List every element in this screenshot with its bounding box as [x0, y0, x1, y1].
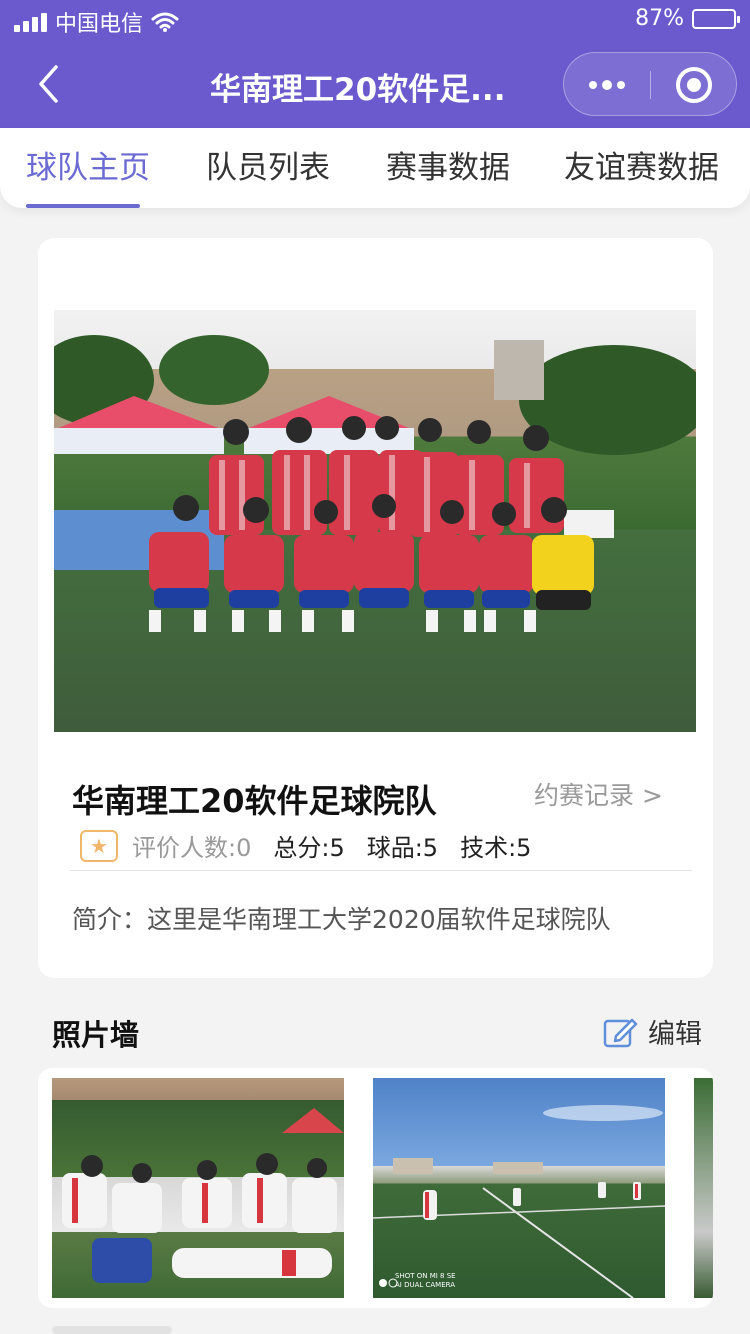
close-mini-program-button[interactable] [676, 67, 712, 103]
wifi-icon [151, 12, 179, 32]
sportsmanship-score: 球品:5 [366, 834, 439, 862]
team-name: 华南理工20软件足球院队 [72, 782, 437, 820]
team-card: 华南理工20软件足球院队 约赛记录 > ★ 评价人数:0 总分:5 球品:5 技… [38, 238, 713, 978]
star-icon: ★ [80, 829, 118, 862]
photo-thumbnail[interactable]: SHOT ON MI 8 SE AI DUAL CAMERA [373, 1078, 665, 1298]
more-dots-icon [589, 81, 597, 89]
team-photo-illustration [54, 335, 696, 632]
photo-wall: SHOT ON MI 8 SE AI DUAL CAMERA [38, 1068, 713, 1308]
back-button[interactable] [28, 62, 68, 106]
chevron-left-icon [39, 65, 58, 103]
header: 中国电信 87% 华南理工20软件足... [0, 0, 750, 128]
next-section-peek [52, 1326, 172, 1334]
page-title: 华南理工20软件足... [210, 72, 506, 108]
tab-friendly-data[interactable]: 友谊赛数据 [564, 142, 719, 187]
team-ratings: ★ 评价人数:0 总分:5 球品:5 技术:5 [80, 828, 553, 863]
capsule-divider [650, 71, 651, 99]
tab-active-indicator [26, 204, 140, 208]
more-dots-icon-center [602, 80, 612, 90]
photo-thumbnail-illustration [373, 1105, 665, 1298]
team-intro: 简介：这里是华南理工大学2020届软件足球院队 [72, 905, 611, 934]
battery-icon [692, 8, 740, 29]
signal-icon [14, 12, 47, 32]
nav-bar: 华南理工20软件足... [0, 40, 750, 128]
tab-bar: 球队主页 队员列表 赛事数据 友谊赛数据 [0, 128, 750, 208]
divider [70, 870, 692, 871]
skill-score: 技术:5 [460, 834, 532, 862]
carrier-label: 中国电信 [55, 12, 144, 37]
more-button[interactable] [564, 53, 650, 117]
battery-percent: 87% [635, 6, 684, 31]
photo-thumbnail[interactable] [694, 1078, 713, 1298]
tab-players[interactable]: 队员列表 [206, 142, 330, 187]
tab-team-home[interactable]: 球队主页 [26, 142, 150, 187]
total-score: 总分:5 [273, 834, 345, 862]
photo-wall-title: 照片墙 [52, 1018, 140, 1052]
camera-watermark: SHOT ON MI 8 SE AI DUAL CAMERA [395, 1272, 456, 1289]
photo-thumbnail[interactable] [52, 1078, 344, 1298]
status-bar: 中国电信 87% [0, 0, 750, 40]
edit-icon [603, 1018, 638, 1047]
match-record-link[interactable]: 约赛记录 > [534, 776, 663, 812]
mini-program-capsule [563, 52, 737, 116]
edit-label: 编辑 [648, 1019, 702, 1050]
photo-thumbnail-illustration [62, 1108, 344, 1283]
tab-match-data[interactable]: 赛事数据 [386, 142, 510, 187]
reviewer-count: 评价人数:0 [132, 834, 252, 862]
photo-wall-edit-button[interactable]: 编辑 [602, 1012, 702, 1051]
team-photo[interactable] [54, 310, 696, 732]
more-dots-icon-right [617, 81, 625, 89]
